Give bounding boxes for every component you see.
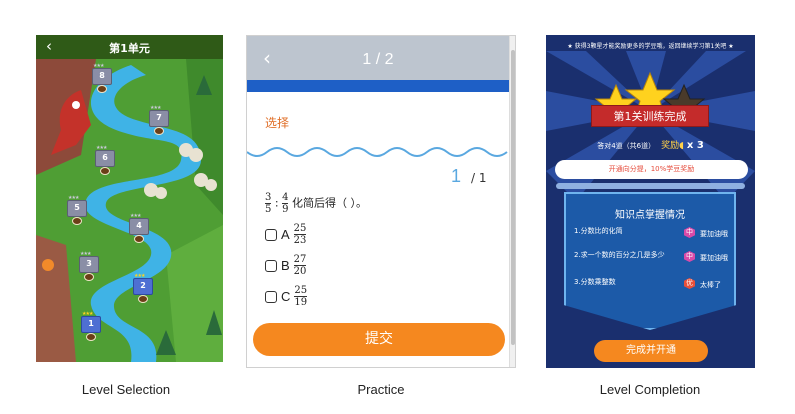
- bean-icon: ◖: [679, 141, 684, 151]
- level-node[interactable]: ★★★ 6: [94, 145, 116, 175]
- lock-icon: [100, 167, 110, 175]
- unit-title: 第1单元: [109, 42, 150, 55]
- progress-bar: [556, 183, 745, 189]
- practice-screen: ‹ 1 / 2 选择 1 / 1 35 : 49 化简后得（ ）。 A 25 23 …: [246, 35, 516, 368]
- total-questions: / 1: [471, 171, 487, 185]
- map-scenery: [36, 35, 223, 362]
- level-node[interactable]: ★★★ 3: [78, 251, 100, 281]
- correct-count: 答对4道（共6道）: [597, 142, 656, 150]
- question-stem: 35 : 49 化简后得（ ）。: [265, 192, 367, 215]
- reward-count: x 3: [686, 140, 704, 151]
- option-b[interactable]: B 27 20: [265, 254, 307, 277]
- caption-level-selection: Level Selection: [81, 382, 171, 397]
- checkbox-icon[interactable]: [265, 228, 277, 241]
- grade-badge: 中: [684, 227, 695, 238]
- fraction: 49: [282, 192, 289, 215]
- lock-icon: [84, 273, 94, 281]
- caption-level-completion: Level Completion: [599, 382, 701, 397]
- level-node[interactable]: ★★★ 7: [148, 105, 170, 135]
- fraction: 35: [265, 192, 272, 215]
- lock-icon: [86, 333, 96, 341]
- completion-ribbon: 第1关训练完成: [591, 105, 709, 127]
- result-line: 答对4道（共6道） 奖励◖ x 3: [546, 138, 755, 151]
- lock-icon: [138, 295, 148, 303]
- question-progress: 1 / 2: [362, 51, 394, 68]
- top-bar: ‹ 1 / 2: [247, 36, 509, 80]
- tip-text: ★ 获得3颗星才能奖励更多的学豆哦，返回继续学习第1关吧 ★: [567, 43, 734, 50]
- level-selection-screen: ‹ 第1单元 ★★★ 8 ★★★ 7 ★★★ 6 ★★★ 5 ★★★ 4 ★★★ 3 ★★★…: [36, 35, 223, 362]
- knowledge-title: 知识点掌握情况: [615, 210, 685, 221]
- level-node[interactable]: ★★★ 8: [91, 63, 113, 93]
- level-node[interactable]: ★★★ 4: [128, 213, 150, 243]
- checkbox-icon[interactable]: [265, 259, 277, 272]
- checkbox-icon[interactable]: [265, 290, 277, 303]
- wave-divider: [247, 147, 508, 157]
- lock-icon: [154, 127, 164, 135]
- level-node[interactable]: ★★★ 5: [66, 195, 88, 225]
- upgrade-tip[interactable]: 开通向分提，10%学豆奖励: [555, 160, 748, 179]
- level-completion-screen: ★ 获得3颗星才能奖励更多的学豆哦，返回继续学习第1关吧 ★ 第1关训练完成 答…: [546, 35, 755, 368]
- submit-button[interactable]: 提交: [253, 323, 505, 356]
- option-c[interactable]: C 25 19: [265, 285, 308, 308]
- knowledge-card: 知识点掌握情况 1.分数比的化简中要加油哦 2.求一个数的百分之几是多少中要加油…: [564, 192, 736, 330]
- scrollbar[interactable]: [509, 36, 515, 367]
- caption-practice: Practice: [357, 382, 405, 397]
- level-node[interactable]: ★★★ 2: [132, 273, 154, 303]
- reward-label: 奖励: [661, 141, 680, 151]
- header-banner: [247, 80, 509, 92]
- lock-icon: [97, 85, 107, 93]
- top-bar: ‹ 第1单元: [36, 35, 223, 59]
- lock-icon: [134, 235, 144, 243]
- option-a[interactable]: A 25 23: [265, 223, 307, 246]
- grade-badge: 优: [684, 278, 695, 289]
- section-label: 选择: [265, 116, 290, 130]
- lock-icon: [72, 217, 82, 225]
- complete-button[interactable]: 完成并开通: [594, 340, 708, 362]
- current-question: 1: [451, 166, 462, 186]
- grade-badge: 中: [684, 251, 695, 262]
- level-node[interactable]: ★★★ 1: [80, 311, 102, 341]
